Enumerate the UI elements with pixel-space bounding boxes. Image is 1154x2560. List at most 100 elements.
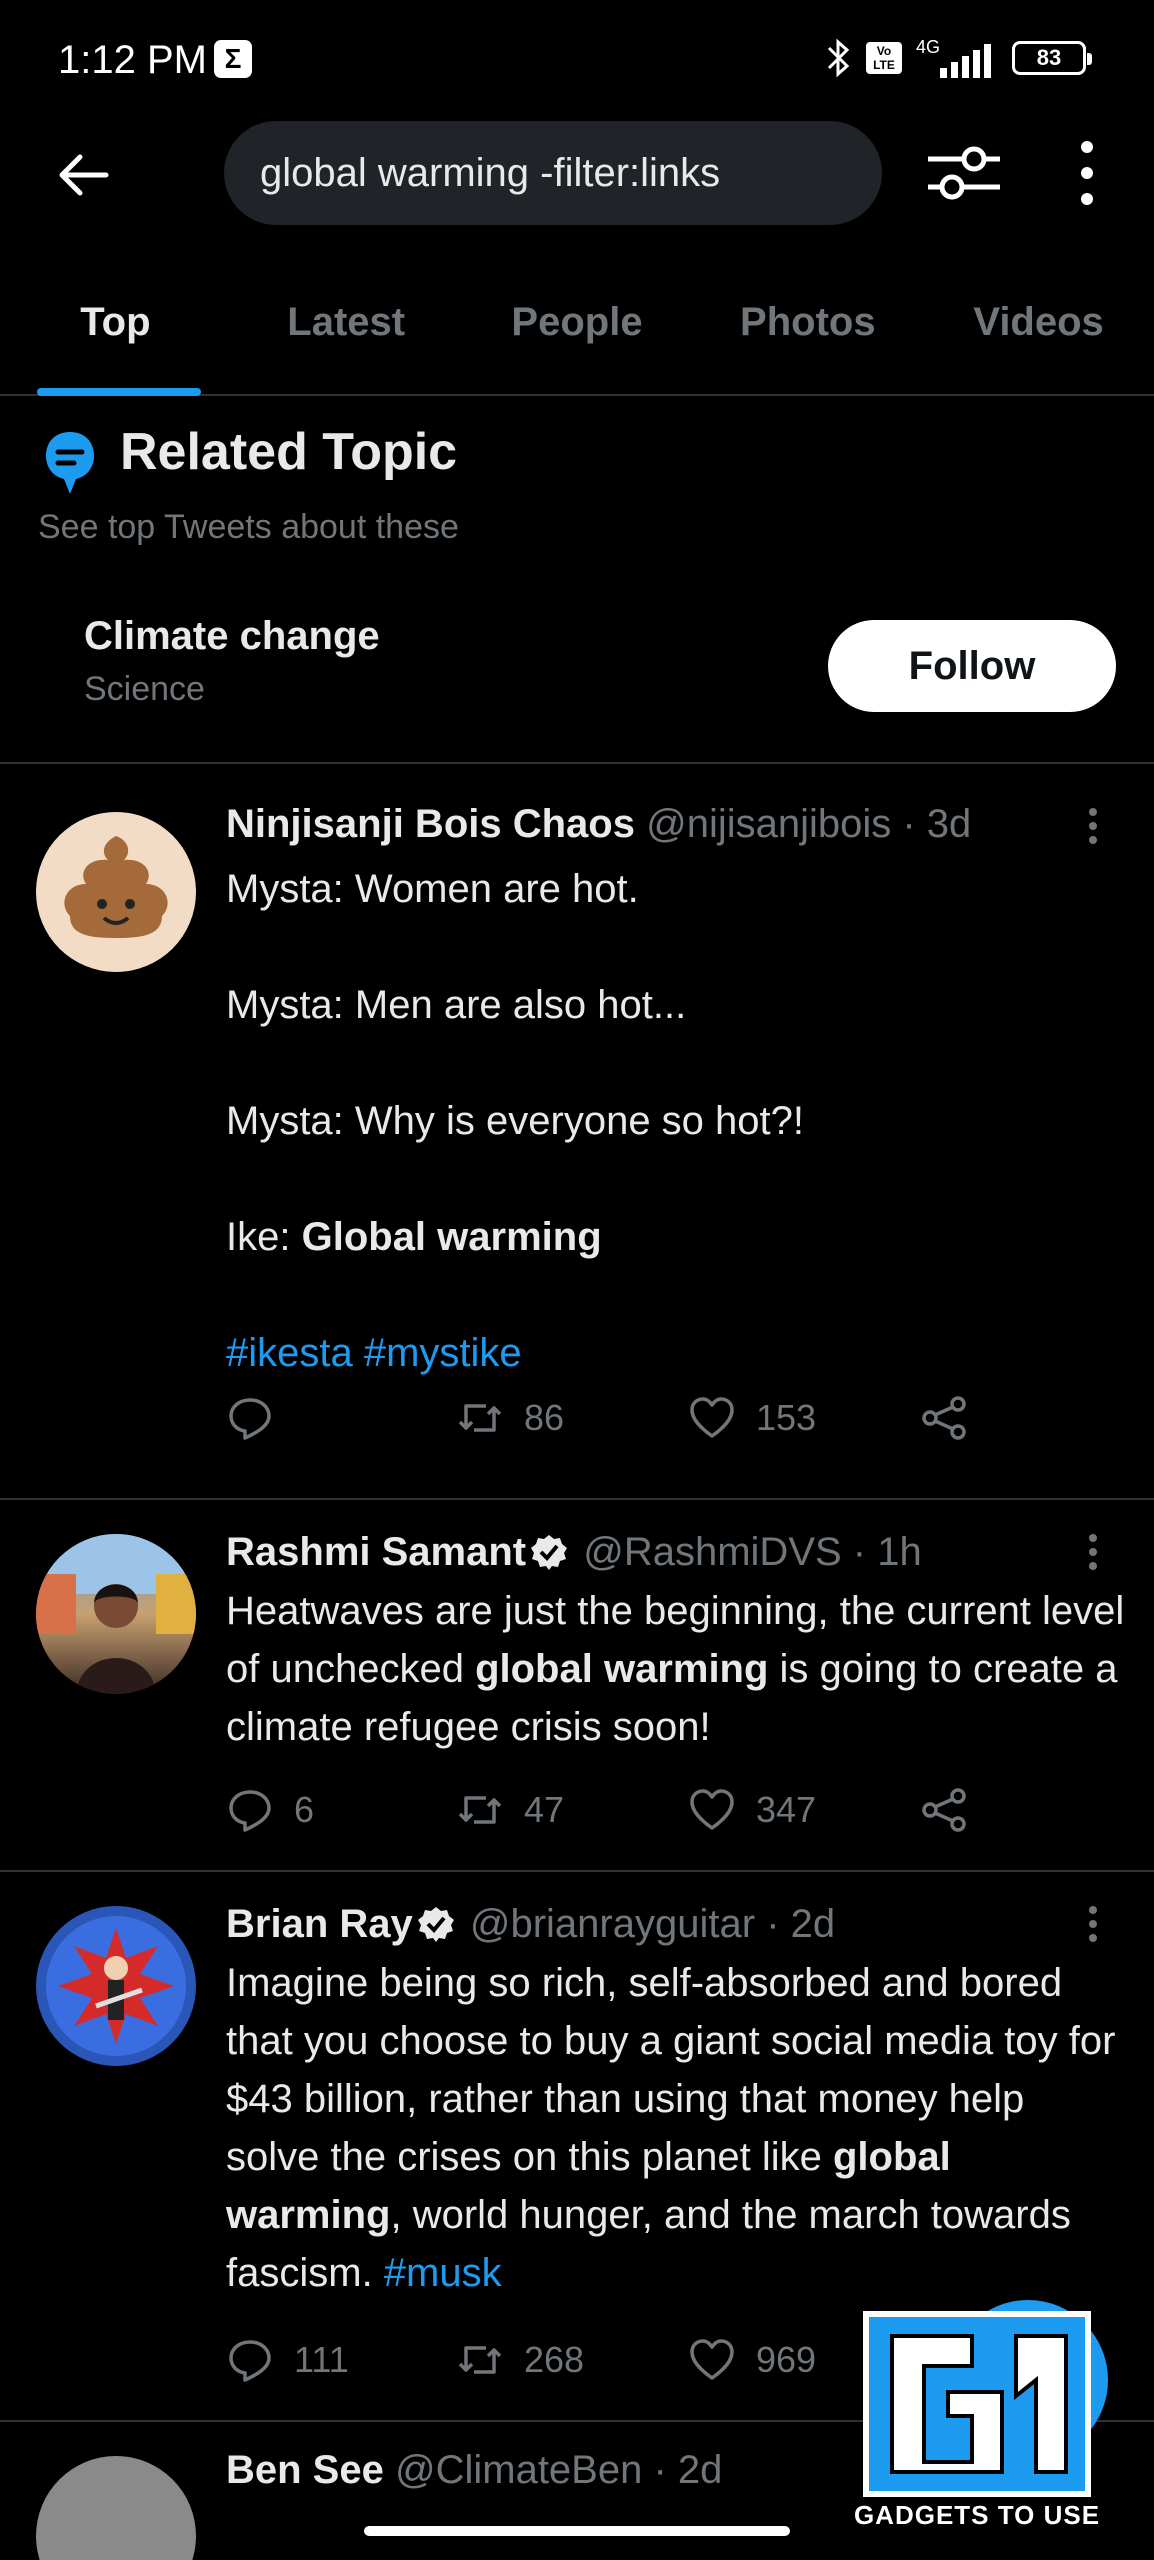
avatar[interactable] xyxy=(36,2456,196,2560)
follow-button[interactable]: Follow xyxy=(828,620,1116,712)
search-filter-icon[interactable] xyxy=(924,137,1004,209)
tab-photos[interactable]: Photos xyxy=(692,270,923,394)
watermark-text: GADGETS TO USE xyxy=(853,2500,1101,2530)
watermark-logo: GADGETS TO USE xyxy=(852,2296,1102,2536)
search-query: global warming -filter:links xyxy=(260,150,721,195)
reply-button[interactable]: 6 xyxy=(226,1780,314,1840)
hashtags-link[interactable]: #ikesta #mystike xyxy=(226,1324,1126,1382)
status-bar: 1:12 PM Σ Vo LTE 4G 83 xyxy=(0,0,1154,120)
share-button[interactable] xyxy=(920,1780,968,1840)
retweet-count: 47 xyxy=(524,1789,565,1830)
related-topic-section: Related Topic See top Tweets about these… xyxy=(0,398,1154,764)
retweet-button[interactable]: 86 xyxy=(456,1388,564,1448)
verified-badge-icon xyxy=(531,1535,568,1570)
share-button[interactable] xyxy=(920,1388,968,1448)
tweet-line: Mysta: Men are also hot... xyxy=(226,983,687,1027)
hashtag-link[interactable]: #musk xyxy=(384,2251,502,2295)
avatar[interactable] xyxy=(36,812,196,972)
topic-name[interactable]: Climate change xyxy=(84,614,380,659)
home-indicator[interactable] xyxy=(364,2526,790,2536)
signal-icon: 4G xyxy=(916,38,998,78)
author-name[interactable]: Brian Ray xyxy=(226,1902,413,1946)
like-button[interactable]: 153 xyxy=(688,1388,816,1448)
heart-icon xyxy=(690,1789,734,1830)
tweet-more-icon[interactable] xyxy=(1086,1534,1100,1574)
reply-count: 6 xyxy=(294,1789,315,1830)
tweet-time: · 2d xyxy=(653,2448,723,2492)
like-count: 969 xyxy=(756,2339,817,2380)
tweet-actions: 6 47 347 xyxy=(226,1780,1106,1840)
more-options-icon[interactable] xyxy=(1070,137,1104,209)
tweet-line: Ike: Global warming xyxy=(226,1208,1126,1266)
reply-icon xyxy=(229,1790,271,1832)
section-title: Related Topic xyxy=(120,423,458,481)
tab-top[interactable]: Top xyxy=(0,270,231,396)
topic-bubble-icon xyxy=(46,432,94,494)
tweet-more-icon[interactable] xyxy=(1086,808,1100,848)
highlight-text: global warming xyxy=(475,1647,769,1691)
retweet-icon xyxy=(458,1796,502,1824)
tweet-actions: 86 153 xyxy=(226,1388,1106,1448)
tab-videos[interactable]: Videos xyxy=(923,270,1154,394)
tweet-text-part: Imagine being so rich, self-absorbed and… xyxy=(226,1961,1116,2179)
section-subtitle: See top Tweets about these xyxy=(38,508,459,546)
tweet-header: Ben See @ClimateBen · 2d xyxy=(226,2448,722,2493)
author-name[interactable]: Ninjisanji Bois Chaos xyxy=(226,802,635,846)
retweet-button[interactable]: 47 xyxy=(456,1780,564,1840)
author-handle: @nijisanjibois xyxy=(646,802,892,846)
topic-category: Science xyxy=(84,670,205,708)
tweet-line: Mysta: Why is everyone so hot?! xyxy=(226,1099,805,1143)
author-name[interactable]: Rashmi Samant xyxy=(226,1530,526,1574)
author-handle: @ClimateBen xyxy=(394,2448,643,2492)
tab-people[interactable]: People xyxy=(462,270,693,394)
tweet-line: Mysta: Women are hot. xyxy=(226,867,639,911)
tweet[interactable]: Ninjisanji Bois Chaos @nijisanjibois · 3… xyxy=(0,766,1154,1500)
person-photo-icon xyxy=(36,1534,196,1694)
reply-icon xyxy=(229,1398,271,1440)
share-icon xyxy=(922,1788,966,1832)
tweet[interactable]: Rashmi Samant @RashmiDVS · 1h Heatwaves … xyxy=(0,1500,1154,1872)
reply-icon xyxy=(229,2340,271,2382)
avatar[interactable] xyxy=(36,1906,196,2066)
tweet-header: Ninjisanji Bois Chaos @nijisanjibois · 3… xyxy=(226,802,971,847)
retweet-count: 86 xyxy=(524,1397,565,1438)
search-tabs: Top Latest People Photos Videos xyxy=(0,270,1154,396)
like-count: 153 xyxy=(756,1397,817,1438)
tweet-line-prefix: Ike: xyxy=(226,1215,302,1259)
search-input[interactable]: global warming -filter:links xyxy=(224,121,882,225)
search-header: global warming -filter:links xyxy=(0,115,1154,230)
tab-latest[interactable]: Latest xyxy=(231,270,462,394)
reply-button[interactable]: 111 xyxy=(226,2330,349,2390)
share-icon xyxy=(922,1396,966,1440)
tweet-header: Brian Ray @brianrayguitar · 2d xyxy=(226,1902,835,1947)
tweet-time: · 1h xyxy=(852,1530,922,1574)
poop-emoji-icon xyxy=(64,836,168,938)
heart-icon xyxy=(690,2339,734,2380)
notification-badge: Σ xyxy=(214,40,252,78)
tweet-text: Heatwaves are just the beginning, the cu… xyxy=(226,1582,1126,1756)
guitarist-illustration-icon xyxy=(46,1916,186,2056)
battery-icon: 83 xyxy=(1012,41,1092,75)
back-arrow-icon[interactable] xyxy=(54,145,114,205)
retweet-count: 268 xyxy=(524,2339,585,2380)
tweet-time: · 3d xyxy=(902,802,972,846)
tweet-more-icon[interactable] xyxy=(1086,1906,1100,1946)
tweet-time: · 2d xyxy=(766,1902,836,1946)
like-count: 347 xyxy=(756,1789,817,1830)
bluetooth-icon xyxy=(827,38,850,78)
like-button[interactable]: 969 xyxy=(688,2330,816,2390)
heart-icon xyxy=(690,1397,734,1438)
tweet-text: Mysta: Women are hot. Mysta: Men are als… xyxy=(226,860,1126,1382)
network-type-label: 4G xyxy=(916,37,941,57)
retweet-icon xyxy=(458,1404,502,1432)
avatar[interactable] xyxy=(36,1534,196,1694)
reply-button[interactable] xyxy=(226,1388,294,1448)
like-button[interactable]: 347 xyxy=(688,1780,816,1840)
tweet-header: Rashmi Samant @RashmiDVS · 1h xyxy=(226,1530,922,1575)
author-name[interactable]: Ben See xyxy=(226,2448,384,2492)
retweet-button[interactable]: 268 xyxy=(456,2330,584,2390)
reply-count: 111 xyxy=(294,2339,349,2380)
highlight-text: Global warming xyxy=(301,1215,602,1259)
verified-badge-icon xyxy=(417,1907,454,1942)
author-handle: @RashmiDVS xyxy=(583,1530,842,1574)
